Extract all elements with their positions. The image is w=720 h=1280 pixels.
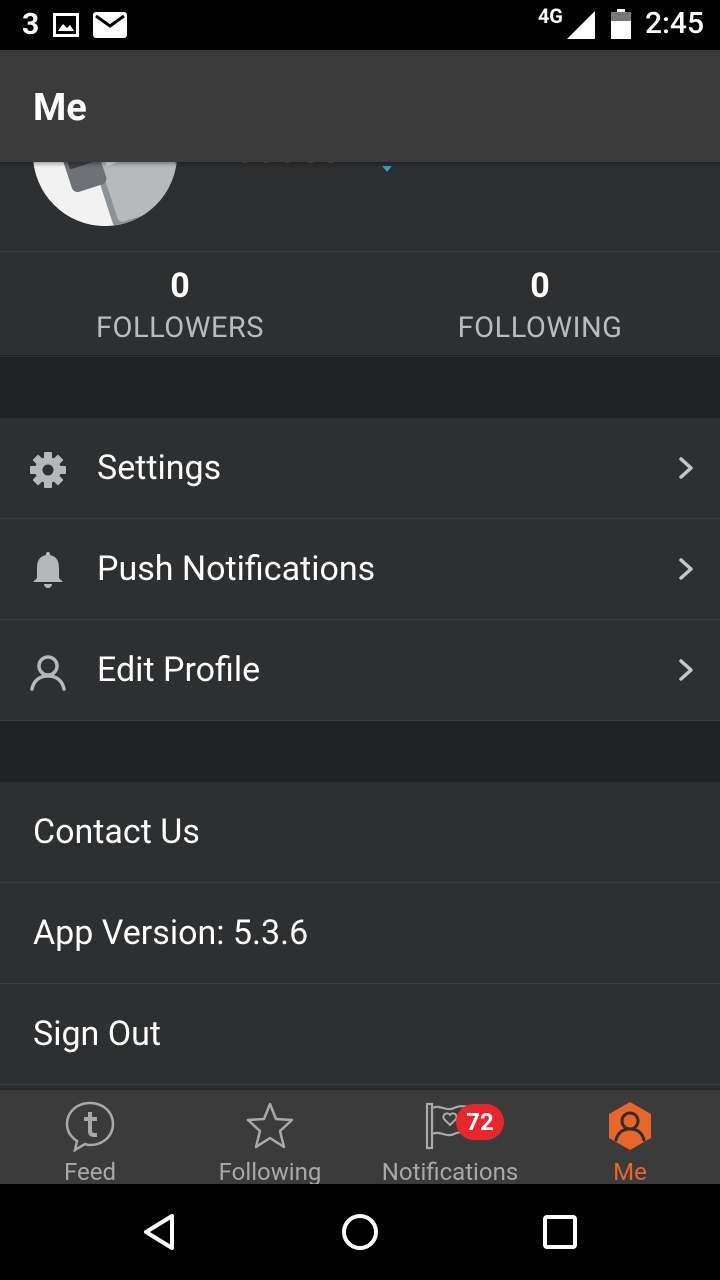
chevron-right-icon <box>679 457 693 479</box>
star-icon <box>246 1102 294 1149</box>
contact-us-row[interactable]: Contact Us <box>0 782 720 883</box>
contact-us-label: Contact Us <box>33 812 200 852</box>
status-bar: 3 4G 2:45 <box>0 0 720 50</box>
clock: 2:45 <box>644 6 704 41</box>
push-notifications-label: Push Notifications <box>97 549 376 589</box>
sign-out-row[interactable]: Sign Out <box>0 984 720 1085</box>
feed-icon <box>65 1101 115 1152</box>
bottom-tab-bar: Feed Following 72 Notifications Me <box>0 1088 720 1186</box>
section-divider <box>0 721 720 783</box>
settings-label: Settings <box>97 448 222 488</box>
image-icon <box>53 13 80 37</box>
signal-icon <box>566 10 595 39</box>
notification-count: 3 <box>22 7 40 42</box>
following-label: FOLLOWING <box>457 311 623 345</box>
app-version-row: App Version: 5.3.6 <box>0 883 720 984</box>
page-title: Me <box>33 86 87 130</box>
tab-feed[interactable]: Feed <box>0 1090 180 1186</box>
notifications-badge: 72 <box>456 1104 504 1140</box>
tab-notifications-label: Notifications <box>381 1158 519 1186</box>
gear-icon <box>30 452 66 488</box>
avatar[interactable] <box>33 162 177 226</box>
section-divider <box>0 357 720 419</box>
edit-profile-row[interactable]: Edit Profile <box>0 620 720 721</box>
username[interactable]: maddec <box>204 162 340 172</box>
back-icon[interactable] <box>136 1208 184 1256</box>
settings-row[interactable]: Settings <box>0 418 720 519</box>
home-icon[interactable] <box>336 1208 384 1256</box>
dropdown-caret-icon <box>382 166 392 172</box>
push-notifications-row[interactable]: Push Notifications <box>0 519 720 620</box>
recents-icon[interactable] <box>536 1208 584 1256</box>
tab-notifications[interactable]: 72 Notifications <box>360 1090 540 1186</box>
app-header: Me <box>0 50 720 162</box>
profile-summary[interactable]: maddec <box>0 162 720 252</box>
followers-count: 0 <box>170 266 190 306</box>
edit-profile-label: Edit Profile <box>97 650 261 690</box>
tab-following[interactable]: Following <box>180 1090 360 1186</box>
system-nav-bar <box>0 1184 720 1280</box>
main-content[interactable]: maddec 0 FOLLOWERS 0 FOLLOWING Settings <box>0 162 720 1088</box>
person-icon <box>30 655 66 691</box>
following-count: 0 <box>530 266 550 306</box>
app-version-label: App Version: 5.3.6 <box>33 913 309 953</box>
chevron-right-icon <box>679 659 693 681</box>
tab-following-label: Following <box>218 1158 322 1186</box>
tab-me[interactable]: Me <box>540 1090 720 1186</box>
mail-icon <box>93 12 128 38</box>
followers-label: FOLLOWERS <box>95 311 265 345</box>
tab-me-label: Me <box>613 1158 647 1186</box>
battery-icon <box>610 8 631 39</box>
following-stat[interactable]: 0 FOLLOWING <box>360 266 720 346</box>
me-icon <box>609 1102 651 1150</box>
profile-stats: 0 FOLLOWERS 0 FOLLOWING <box>0 252 720 356</box>
tab-feed-label: Feed <box>63 1158 116 1186</box>
network-type: 4G <box>537 3 563 28</box>
sign-out-label: Sign Out <box>33 1014 162 1054</box>
chevron-right-icon <box>679 558 693 580</box>
bell-icon <box>33 552 63 588</box>
followers-stat[interactable]: 0 FOLLOWERS <box>0 266 360 346</box>
